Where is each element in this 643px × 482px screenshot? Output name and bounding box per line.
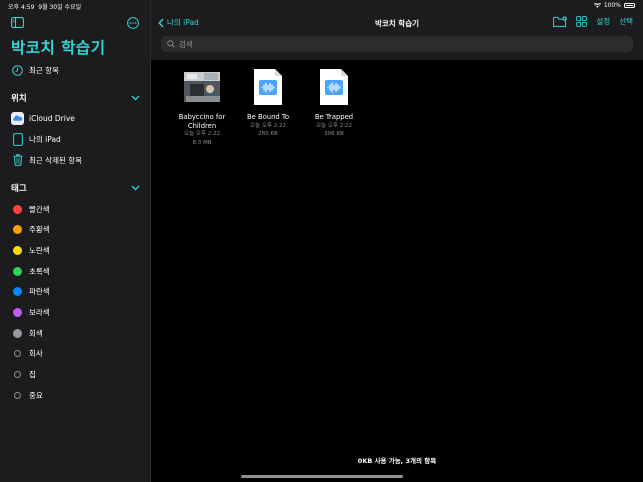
file-grid: Babyccino for Children 오늘 오후 2:22 8.3 MB … — [169, 67, 367, 147]
video-thumbnail — [182, 67, 222, 107]
file-size: 285 KB — [258, 131, 278, 137]
audio-file-icon — [248, 67, 288, 107]
sidebar-item-label: 최근 삭제된 항목 — [29, 155, 83, 165]
tag-yellow-dot — [13, 245, 22, 255]
battery-icon — [624, 3, 635, 8]
new-folder-icon[interactable] — [553, 16, 568, 27]
sidebar-item-label: 최근 항목 — [29, 65, 59, 75]
wifi-icon — [593, 3, 601, 8]
tag-purple-dot — [13, 307, 22, 317]
file-size: 306 KB — [324, 131, 344, 137]
tag-label: 회색 — [29, 328, 43, 338]
tag-label: 노란색 — [29, 245, 50, 255]
select-button[interactable]: 선택 — [619, 16, 633, 27]
tag-red-dot — [13, 204, 22, 214]
tag-empty-circle-icon — [14, 349, 21, 357]
storage-status: 0KB 사용 가능, 3개의 항목 — [357, 457, 437, 465]
search-bar[interactable]: 검색 — [161, 36, 633, 52]
tags-header: 태그 — [11, 184, 27, 194]
file-item[interactable]: Be Trapped 오늘 오후 2:22 306 KB — [301, 67, 367, 147]
sidebar-toggle-icon[interactable] — [11, 17, 24, 28]
tag-red[interactable]: 빨간색 — [0, 200, 151, 218]
icloud-icon — [11, 111, 24, 125]
audio-file-icon — [314, 67, 354, 107]
file-name: Be Bound To — [246, 113, 290, 121]
sidebar-item-my-ipad[interactable]: 나의 iPad — [0, 130, 151, 148]
search-placeholder: 검색 — [179, 39, 193, 49]
sidebar: 박코치 학습기 최근 항목 위치 iCloud Drive 나의 iPad 최근… — [0, 0, 151, 482]
tag-label: 중요 — [29, 390, 43, 400]
tag-yellow[interactable]: 노란색 — [0, 241, 151, 259]
chevron-down-icon[interactable] — [131, 95, 140, 101]
file-item[interactable]: Be Bound To 오늘 오후 2:22 285 KB — [235, 67, 301, 147]
tag-gray-dot — [13, 328, 22, 338]
file-date: 오늘 오후 2:22 — [315, 122, 353, 129]
file-item[interactable]: Babyccino for Children 오늘 오후 2:22 8.3 MB — [169, 67, 235, 147]
tag-home[interactable]: 집 — [0, 365, 151, 383]
status-right: 100% — [593, 2, 635, 9]
status-bar: 오후 4:59 9월 30일 수요일 100% — [0, 0, 643, 12]
tag-label: 집 — [29, 369, 36, 379]
tag-label: 회사 — [29, 348, 43, 358]
home-indicator[interactable] — [241, 475, 403, 478]
sidebar-item-label: 나의 iPad — [29, 134, 61, 144]
more-options-icon[interactable] — [127, 17, 139, 29]
tag-blue[interactable]: 파란색 — [0, 282, 151, 300]
locations-header: 위치 — [11, 94, 27, 104]
tag-label: 빨간색 — [29, 204, 50, 214]
grid-view-icon[interactable] — [576, 16, 588, 27]
clock-icon — [11, 64, 24, 77]
main-content: 나의 iPad 박코치 학습기 설정 선택 검색 Babyccino for Ch… — [151, 0, 643, 482]
file-name-line: Children — [187, 121, 217, 130]
chevron-down-icon[interactable] — [131, 185, 140, 191]
tag-green-dot — [13, 266, 22, 276]
app-title: 박코치 학습기 — [11, 39, 106, 57]
tag-orange-dot — [13, 224, 22, 234]
tag-label: 주황색 — [29, 224, 50, 234]
sidebar-item-label: iCloud Drive — [29, 113, 75, 123]
tag-label: 초록색 — [29, 266, 50, 276]
tag-label: 보라색 — [29, 307, 50, 317]
tag-work[interactable]: 회사 — [0, 344, 151, 362]
file-name-line: Babyccino for — [178, 113, 226, 121]
tag-purple[interactable]: 보라색 — [0, 303, 151, 321]
status-time-text: 오후 4:59 — [8, 4, 35, 11]
file-name: Babyccino for Children — [179, 113, 226, 130]
battery-percent: 100% — [603, 2, 621, 9]
ipad-icon — [11, 132, 24, 146]
sidebar-item-recents[interactable]: 최근 항목 — [0, 61, 151, 79]
trash-icon — [11, 154, 24, 167]
file-date: 오늘 오후 2:22 — [249, 122, 287, 129]
settings-button[interactable]: 설정 — [596, 16, 610, 27]
tag-gray[interactable]: 회색 — [0, 324, 151, 342]
sidebar-item-icloud-drive[interactable]: iCloud Drive — [0, 109, 151, 127]
sidebar-item-recently-deleted[interactable]: 최근 삭제된 항목 — [0, 151, 151, 169]
tag-important[interactable]: 중요 — [0, 386, 151, 404]
status-time: 오후 4:59 9월 30일 수요일 — [8, 2, 81, 11]
tag-label: 파란색 — [29, 286, 50, 296]
tag-green[interactable]: 초록색 — [0, 262, 151, 280]
tag-orange[interactable]: 주황색 — [0, 220, 151, 238]
file-name: Be Trapped — [314, 113, 354, 121]
search-icon — [167, 40, 175, 48]
file-size: 8.3 MB — [192, 139, 212, 146]
tag-empty-circle-icon — [14, 370, 21, 378]
tag-blue-dot — [13, 286, 22, 296]
status-date-text: 9월 30일 수요일 — [38, 4, 82, 11]
tag-empty-circle-icon — [14, 391, 21, 399]
file-date: 오늘 오후 2:22 — [183, 131, 221, 137]
nav-actions: 설정 선택 — [553, 16, 633, 27]
